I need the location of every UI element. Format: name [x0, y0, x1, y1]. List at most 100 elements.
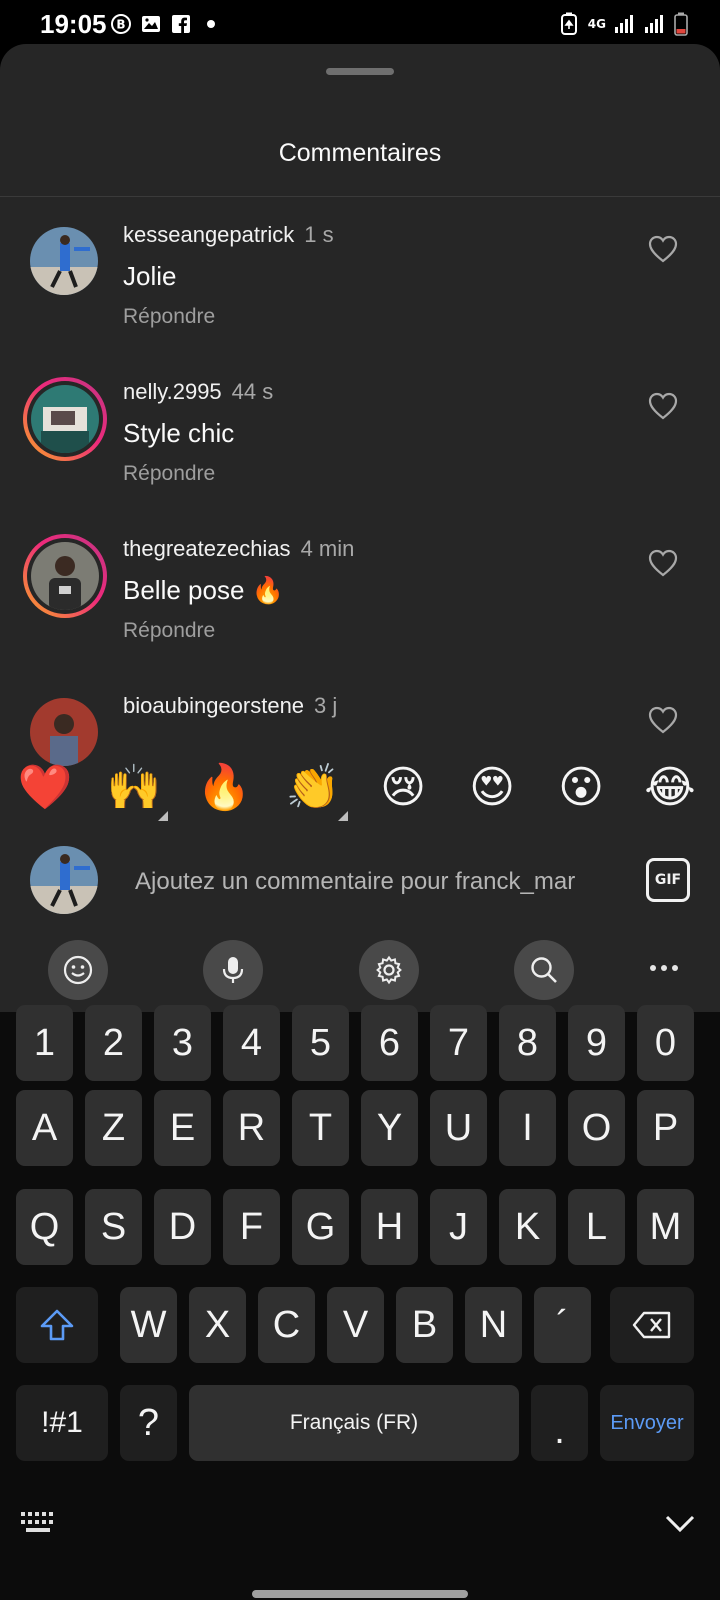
key[interactable]: Y: [361, 1090, 418, 1166]
key[interactable]: H: [361, 1189, 418, 1265]
comment-time: 44 s: [231, 379, 274, 404]
shift-key[interactable]: [16, 1287, 98, 1363]
key[interactable]: M: [637, 1189, 694, 1265]
keyboard-search-button[interactable]: [514, 940, 574, 1000]
crying-emoji-button[interactable]: 😢: [375, 760, 431, 816]
reply-button[interactable]: Répondre: [123, 305, 215, 329]
comment-item: thegreatezechias 4 min Belle pose 🔥 Répon…: [0, 511, 720, 661]
comment-username[interactable]: kesseangepatrick: [123, 222, 294, 247]
key[interactable]: 6: [361, 1005, 418, 1081]
key[interactable]: J: [430, 1189, 487, 1265]
period-key[interactable]: .: [531, 1385, 588, 1461]
avatar-photo-icon: [30, 846, 98, 914]
heart-emoji-button[interactable]: ❤️: [17, 760, 73, 816]
key[interactable]: S: [85, 1189, 142, 1265]
symbols-key[interactable]: !#1: [16, 1385, 108, 1461]
hide-keyboard-chevron-icon[interactable]: [664, 1512, 696, 1534]
heart-icon[interactable]: [648, 706, 678, 734]
avatar: [31, 385, 99, 453]
send-key[interactable]: Envoyer: [600, 1385, 694, 1461]
key[interactable]: R: [223, 1090, 280, 1166]
key[interactable]: 7: [430, 1005, 487, 1081]
avatar[interactable]: [30, 698, 98, 766]
backspace-key[interactable]: [610, 1287, 694, 1363]
system-icons: 4G: [558, 12, 688, 36]
key[interactable]: 1: [16, 1005, 73, 1081]
key[interactable]: 0: [637, 1005, 694, 1081]
emoji-keyboard-button[interactable]: [48, 940, 108, 1000]
keyboard-toolbar: [0, 918, 720, 1012]
key[interactable]: 9: [568, 1005, 625, 1081]
image-notification-icon: [142, 16, 160, 32]
key[interactable]: V: [327, 1287, 384, 1363]
heart-icon[interactable]: [648, 392, 678, 420]
keyboard-switch-icon[interactable]: [20, 1510, 58, 1536]
comment-list[interactable]: kesseangepatrick 1 s Jolie Répondre nelly…: [0, 197, 720, 782]
more-options-icon[interactable]: [648, 962, 680, 974]
clapping-emoji-button[interactable]: 👏: [285, 760, 341, 816]
key[interactable]: U: [430, 1090, 487, 1166]
key[interactable]: Q: [16, 1189, 73, 1265]
key[interactable]: P: [637, 1090, 694, 1166]
comment-text: Belle pose 🔥: [123, 575, 285, 605]
reply-button[interactable]: Répondre: [123, 619, 215, 643]
question-key[interactable]: ?: [120, 1385, 177, 1461]
comment-item: nelly.2995 44 s Style chic Répondre: [0, 354, 720, 504]
network-type-label: 4G: [587, 17, 606, 31]
reply-button[interactable]: Répondre: [123, 462, 215, 486]
key[interactable]: X: [189, 1287, 246, 1363]
comment-input[interactable]: [135, 862, 615, 902]
heart-icon[interactable]: [648, 549, 678, 577]
avatar: [31, 542, 99, 610]
heart-icon[interactable]: [648, 235, 678, 263]
search-icon: [531, 957, 557, 983]
fire-emoji-button[interactable]: 🔥: [196, 760, 252, 816]
key[interactable]: G: [292, 1189, 349, 1265]
comment-username[interactable]: thegreatezechias: [123, 536, 291, 561]
key[interactable]: 3: [154, 1005, 211, 1081]
key[interactable]: A: [16, 1090, 73, 1166]
story-ring[interactable]: [23, 377, 107, 461]
comment-username[interactable]: bioaubingeorstene: [123, 693, 304, 718]
key[interactable]: I: [499, 1090, 556, 1166]
dot-icon: [207, 20, 215, 28]
surprised-emoji-button[interactable]: 😮: [553, 760, 609, 816]
comment-username[interactable]: nelly.2995: [123, 379, 222, 404]
key[interactable]: 2: [85, 1005, 142, 1081]
skin-tone-indicator-icon: [158, 811, 168, 821]
key[interactable]: W: [120, 1287, 177, 1363]
heart-eyes-emoji-button[interactable]: 😍: [464, 760, 520, 816]
drag-handle[interactable]: [326, 68, 394, 75]
key[interactable]: K: [499, 1189, 556, 1265]
accent-key[interactable]: ´: [534, 1287, 591, 1363]
key[interactable]: C: [258, 1287, 315, 1363]
laughing-emoji-button[interactable]: 😂: [642, 760, 698, 816]
gesture-nav-bar[interactable]: [252, 1590, 468, 1598]
gear-icon: [376, 955, 402, 985]
key[interactable]: L: [568, 1189, 625, 1265]
key[interactable]: T: [292, 1090, 349, 1166]
voice-input-button[interactable]: [203, 940, 263, 1000]
key[interactable]: E: [154, 1090, 211, 1166]
space-key[interactable]: Français (FR): [189, 1385, 519, 1461]
avatar[interactable]: [30, 227, 98, 295]
key[interactable]: B: [396, 1287, 453, 1363]
battery-icon: [674, 12, 688, 36]
notification-icons: B: [110, 13, 222, 35]
signal-icon-2: [645, 15, 663, 33]
key[interactable]: 5: [292, 1005, 349, 1081]
key[interactable]: 8: [499, 1005, 556, 1081]
comment-text: Jolie: [123, 261, 177, 291]
raising-hands-emoji-button[interactable]: 🙌: [106, 760, 162, 816]
key[interactable]: D: [154, 1189, 211, 1265]
avatar-photo-icon: [30, 698, 98, 766]
gif-button[interactable]: GIF: [646, 858, 690, 902]
story-ring[interactable]: [23, 534, 107, 618]
key[interactable]: F: [223, 1189, 280, 1265]
key[interactable]: O: [568, 1090, 625, 1166]
key[interactable]: N: [465, 1287, 522, 1363]
key[interactable]: 4: [223, 1005, 280, 1081]
keyboard-settings-button[interactable]: [359, 940, 419, 1000]
soft-keyboard: 1 2 3 4 5 6 7 8 9 0 A Z E R T Y U I O P …: [0, 1005, 720, 1600]
key[interactable]: Z: [85, 1090, 142, 1166]
